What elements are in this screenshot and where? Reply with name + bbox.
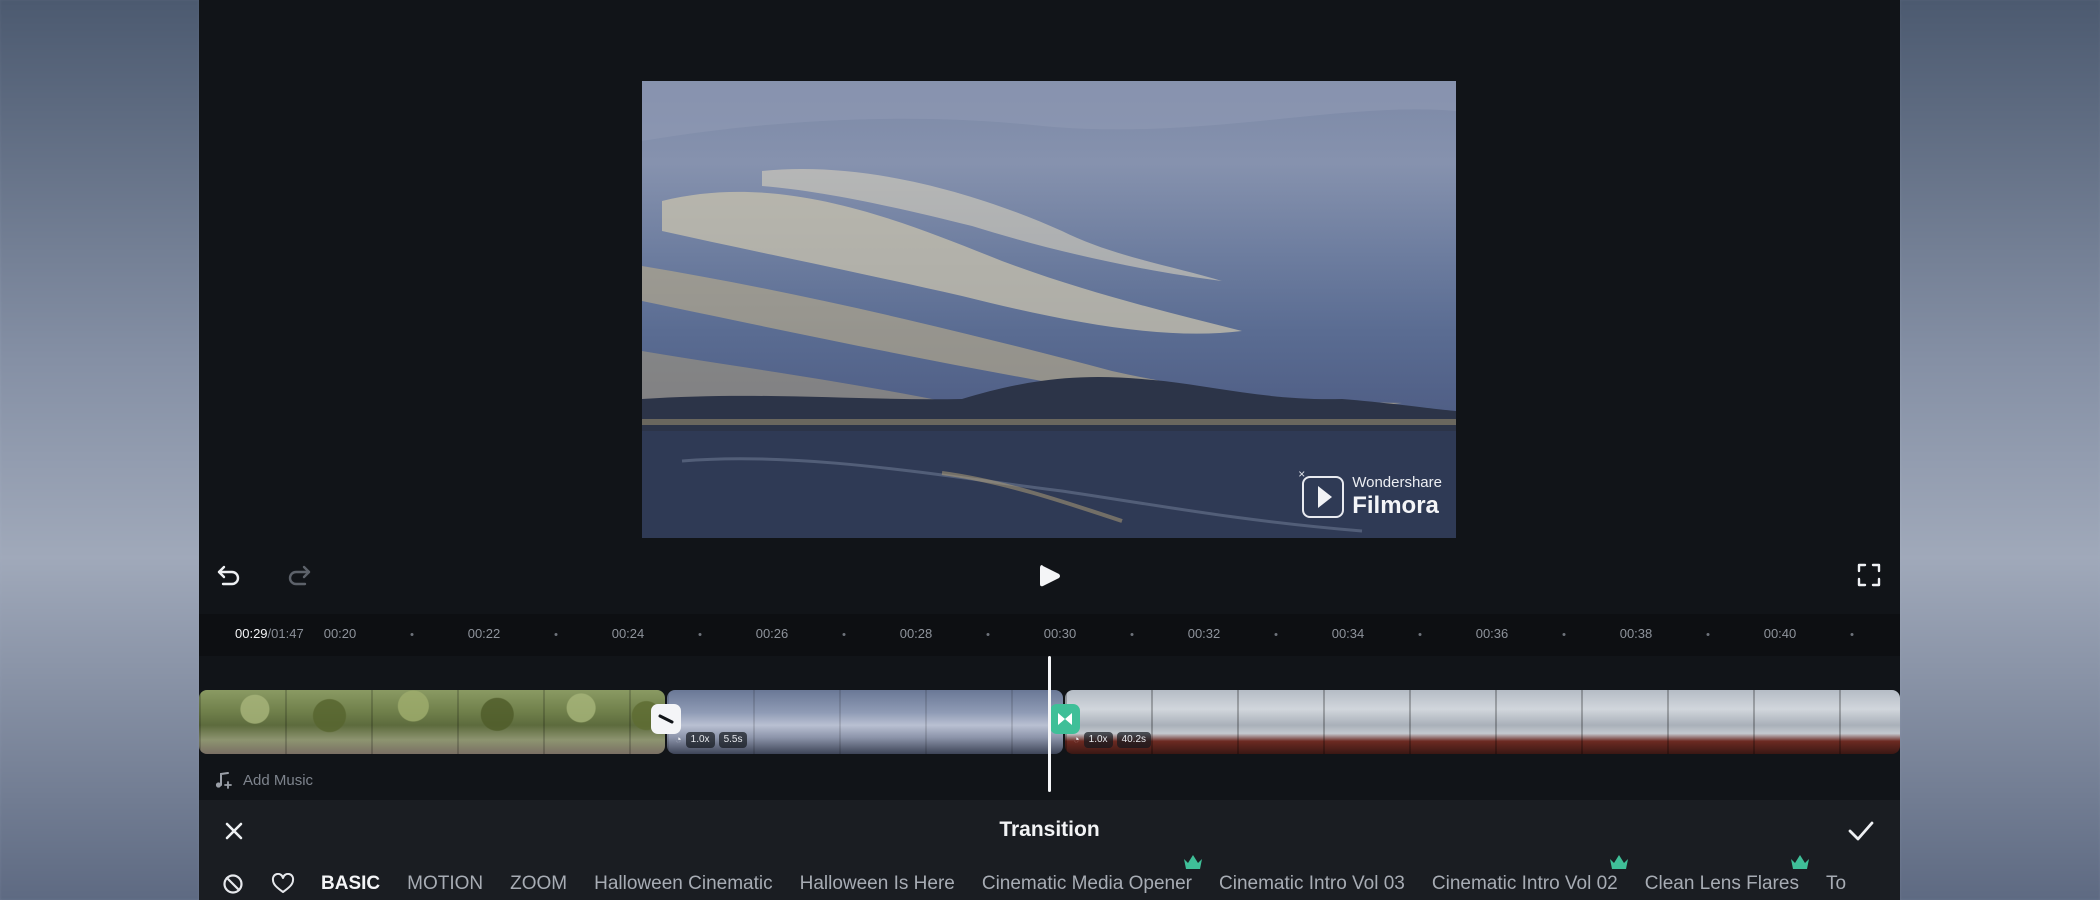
time-display: 00:29/01:47	[235, 626, 304, 641]
premium-crown-icon	[1184, 855, 1202, 869]
clip-speed: 1.0x	[685, 732, 715, 748]
playhead[interactable]	[1048, 656, 1051, 792]
timeline-ruler[interactable]: 00:29/01:47 00:20 00:22 00:24 00:26 00:2…	[199, 614, 1900, 656]
transition-slash-icon	[658, 714, 674, 724]
transition-panel: Transition BASIC MOTION ZOOM Halloween C	[199, 800, 1900, 900]
clip-forest[interactable]	[199, 690, 665, 754]
panel-title: Transition	[999, 818, 1100, 841]
tab-cinematic-intro-vol-03[interactable]: Cinematic Intro Vol 03	[1219, 873, 1405, 895]
ruler-tick: 00:38	[1619, 626, 1653, 641]
none-transition-button[interactable]	[221, 872, 245, 896]
tab-halloween-is-here[interactable]: Halloween Is Here	[800, 873, 955, 895]
transition-button[interactable]	[651, 704, 681, 734]
background-blur-right	[1900, 0, 2100, 900]
ruler-dot	[842, 633, 846, 636]
tab-label: Cinematic Intro Vol 02	[1431, 873, 1618, 894]
speed-icon: ◔	[675, 734, 682, 746]
no-transition-icon	[223, 874, 243, 894]
editor-window: × Wondershare Filmora 00:29/01:47 00:20 …	[199, 0, 1900, 900]
video-preview[interactable]: × Wondershare Filmora	[642, 81, 1456, 538]
favorites-tab[interactable]	[271, 872, 295, 896]
music-note-icon	[215, 772, 232, 789]
total-time: /01:47	[267, 626, 304, 641]
fullscreen-icon	[1857, 563, 1881, 587]
undo-icon	[217, 565, 240, 586]
redo-button[interactable]	[282, 558, 316, 592]
tab-to[interactable]: To	[1826, 873, 1846, 895]
filmora-watermark: × Wondershare Filmora	[1298, 467, 1442, 519]
heart-icon	[271, 873, 295, 893]
tab-halloween-cinematic[interactable]: Halloween Cinematic	[594, 873, 772, 895]
fullscreen-button[interactable]	[1852, 558, 1886, 592]
transition-button-active[interactable]	[1050, 704, 1080, 734]
tab-cinematic-intro-vol-02[interactable]: Cinematic Intro Vol 02	[1431, 855, 1628, 895]
tab-clean-lens-flares[interactable]: Clean Lens Flares	[1644, 855, 1809, 895]
speed-icon: ◔	[1073, 734, 1080, 746]
ruler-tick: 00:28	[899, 626, 933, 641]
ruler-dot	[698, 633, 702, 636]
ruler-dot	[1130, 633, 1134, 636]
premium-crown-icon	[1609, 855, 1628, 869]
ruler-tick: 00:34	[1331, 626, 1365, 641]
ruler-dot	[410, 633, 414, 636]
tab-label: Clean Lens Flares	[1644, 873, 1799, 894]
ruler-tick: 00:26	[755, 626, 789, 641]
play-icon	[1040, 565, 1060, 587]
clip-sky[interactable]: ◔ 1.0x 5.5s	[667, 690, 1063, 754]
current-time: 00:29	[235, 626, 268, 641]
redo-icon	[288, 565, 311, 586]
ruler-tick: 00:22	[467, 626, 501, 641]
tab-label: Cinematic Media Opener	[981, 873, 1192, 894]
watermark-product: Filmora	[1352, 492, 1439, 519]
clip-thumbnails	[199, 690, 665, 754]
ruler-tick: 00:20	[323, 626, 357, 641]
background-blur-left	[0, 0, 199, 900]
ruler-dot	[1850, 633, 1854, 636]
ruler-dot	[1706, 633, 1710, 636]
clip-duration: 40.2s	[1116, 732, 1152, 748]
tab-cinematic-media-opener[interactable]: Cinematic Media Opener	[981, 855, 1202, 895]
ruler-dot	[986, 633, 990, 636]
ruler-tick: 00:32	[1187, 626, 1221, 641]
ruler-tick: 00:40	[1763, 626, 1797, 641]
ruler-tick: 00:36	[1475, 626, 1509, 641]
tab-basic[interactable]: BASIC	[321, 873, 380, 895]
transition-category-tabs: BASIC MOTION ZOOM Halloween Cinematic Ha…	[221, 855, 1873, 896]
clip-sea[interactable]: ◔ 1.0x 40.2s	[1065, 690, 1900, 754]
add-music-label: Add Music	[243, 771, 314, 789]
preview-scene	[642, 81, 1456, 538]
filmora-logo-icon	[1302, 475, 1345, 518]
transition-bowtie-icon	[1058, 713, 1072, 725]
undo-button[interactable]	[212, 558, 246, 592]
clip-duration: 5.5s	[718, 732, 748, 748]
clip-speed: 1.0x	[1083, 732, 1113, 748]
checkmark-icon	[1848, 821, 1874, 841]
play-button[interactable]	[1032, 558, 1068, 594]
ruler-tick: 00:24	[611, 626, 645, 641]
ruler-dot	[1418, 633, 1422, 636]
ruler-dot	[1562, 633, 1566, 636]
tab-zoom[interactable]: ZOOM	[510, 873, 567, 895]
confirm-button[interactable]	[1846, 816, 1876, 846]
watermark-brand: Wondershare	[1352, 474, 1442, 491]
ruler-tick: 00:30	[1043, 626, 1077, 641]
tab-motion[interactable]: MOTION	[407, 873, 483, 895]
premium-crown-icon	[1790, 855, 1809, 869]
add-music-button[interactable]: Add Music	[213, 770, 313, 790]
ruler-dot	[554, 633, 558, 636]
ruler-dot	[1274, 633, 1278, 636]
